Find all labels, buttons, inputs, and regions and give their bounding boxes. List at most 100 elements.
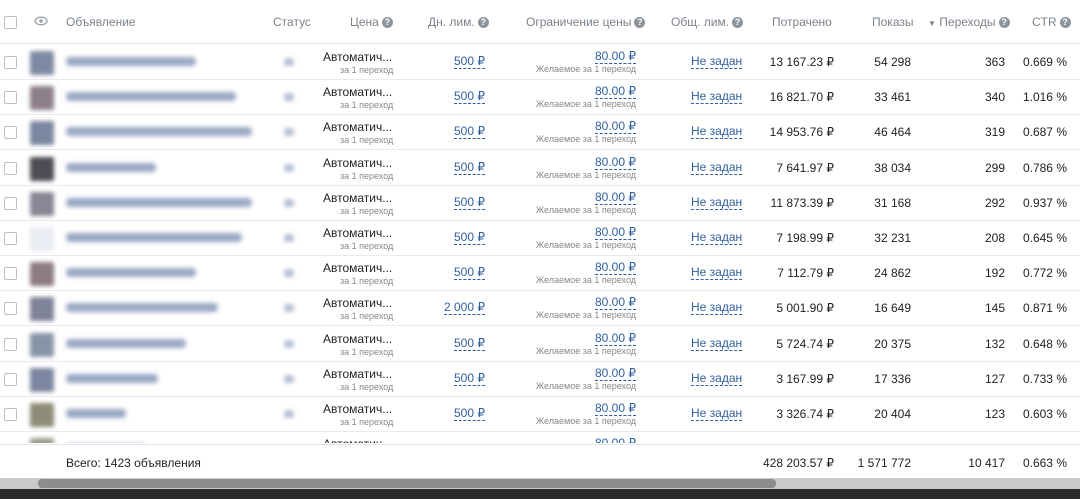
total-limit-link[interactable]: Не задан <box>691 265 743 281</box>
ad-title-blurred[interactable] <box>66 409 126 418</box>
ad-title-blurred[interactable] <box>66 197 252 207</box>
row-checkbox[interactable] <box>4 161 17 175</box>
daily-limit-link[interactable]: 500 ₽ <box>454 89 485 105</box>
col-price[interactable]: Цена? <box>350 0 393 44</box>
table-row[interactable]: Автоматич... за 1 переход 500 ₽ 80.00 ₽ Жела… <box>0 80 1080 116</box>
row-checkbox[interactable] <box>4 302 17 316</box>
total-limit-link[interactable]: Не задан <box>691 124 743 140</box>
total-limit-link[interactable]: Не задан <box>691 406 743 421</box>
price-limit-link[interactable]: 80.00 ₽ <box>595 365 636 381</box>
help-icon[interactable]: ? <box>732 17 744 28</box>
row-checkbox[interactable] <box>4 408 17 421</box>
daily-limit-link[interactable]: 2 000 ₽ <box>444 300 485 316</box>
table-row[interactable]: Автоматич... 80.00 ₽ <box>0 432 1080 443</box>
row-checkbox[interactable] <box>4 232 17 245</box>
price-limit-link[interactable]: 80.00 ₽ <box>595 49 636 64</box>
daily-limit-link[interactable]: 500 ₽ <box>454 265 485 281</box>
price-limit-link[interactable]: 80.00 ₽ <box>595 295 636 311</box>
price-limit-link[interactable]: 80.00 ₽ <box>595 189 636 205</box>
table-row[interactable]: Автоматич... за 1 переход 500 ₽ 80.00 ₽ Жела… <box>0 151 1080 186</box>
ad-thumbnail[interactable] <box>30 156 54 181</box>
table-row[interactable]: Автоматич... за 1 переход 500 ₽ 80.00 ₽ Жела… <box>0 327 1080 362</box>
ad-thumbnail[interactable] <box>30 86 54 111</box>
scrollbar-thumb[interactable] <box>38 479 776 488</box>
daily-limit-link[interactable]: 500 ₽ <box>454 370 485 386</box>
col-spent[interactable]: Потрачено <box>772 0 832 44</box>
daily-limit-link[interactable]: 500 ₽ <box>454 194 485 210</box>
daily-limit-link[interactable]: 500 ₽ <box>454 159 485 175</box>
price-limit-link[interactable]: 80.00 ₽ <box>595 225 636 240</box>
ad-title-blurred[interactable] <box>66 162 156 172</box>
daily-limit-link[interactable]: 500 ₽ <box>454 406 485 421</box>
col-impressions[interactable]: Показы <box>872 0 913 44</box>
price-limit-link[interactable]: 80.00 ₽ <box>595 119 636 135</box>
ad-thumbnail[interactable] <box>30 403 54 427</box>
ad-title-blurred[interactable] <box>66 233 242 242</box>
help-icon[interactable]: ? <box>998 17 1010 28</box>
col-ctr[interactable]: CTR? <box>1032 0 1071 44</box>
ad-thumbnail[interactable] <box>30 438 54 443</box>
ad-title-blurred[interactable] <box>66 268 196 278</box>
ad-title-blurred[interactable] <box>66 127 252 137</box>
total-limit-link[interactable]: Не задан <box>691 54 743 69</box>
col-status[interactable]: Статус <box>273 0 311 44</box>
table-row[interactable]: Автоматич... за 1 переход 500 ₽ 80.00 ₽ Жела… <box>0 362 1080 397</box>
price-limit-link[interactable]: 80.00 ₽ <box>595 260 636 276</box>
table-row[interactable]: Автоматич... за 1 переход 500 ₽ 80.00 ₽ Жела… <box>0 45 1080 80</box>
ad-title-blurred[interactable] <box>66 57 196 66</box>
total-limit-link[interactable]: Не задан <box>691 194 743 210</box>
row-checkbox[interactable] <box>4 372 17 386</box>
col-total-limit[interactable]: Общ. лим.? <box>671 0 744 44</box>
ad-thumbnail[interactable] <box>30 262 54 287</box>
price-limit-link[interactable]: 80.00 ₽ <box>595 436 636 443</box>
help-icon[interactable]: ? <box>634 17 646 28</box>
ad-thumbnail[interactable] <box>30 191 54 216</box>
row-checkbox[interactable] <box>4 56 17 69</box>
table-row[interactable]: Автоматич... за 1 переход 2 000 ₽ 80.00 ₽ Же… <box>0 291 1080 327</box>
table-row[interactable]: Автоматич... за 1 переход 500 ₽ 80.00 ₽ Жела… <box>0 256 1080 292</box>
price-limit-link[interactable]: 80.00 ₽ <box>595 401 636 416</box>
ad-title-blurred[interactable] <box>66 92 236 102</box>
total-limit-link[interactable]: Не задан <box>691 335 743 351</box>
total-limit-link[interactable]: Не задан <box>691 370 743 386</box>
row-checkbox[interactable] <box>4 267 17 281</box>
price-limit-link[interactable]: 80.00 ₽ <box>595 84 636 100</box>
row-checkbox[interactable] <box>4 196 17 210</box>
table-row[interactable]: Автоматич... за 1 переход 500 ₽ 80.00 ₽ Жела… <box>0 186 1080 221</box>
total-limit-link[interactable]: Не задан <box>691 230 743 245</box>
total-limit-link[interactable]: Не задан <box>691 89 743 105</box>
select-all-checkbox[interactable] <box>4 16 17 29</box>
table-row[interactable]: Автоматич... за 1 переход 500 ₽ 80.00 ₽ Жела… <box>0 221 1080 256</box>
ad-thumbnail[interactable] <box>30 121 54 146</box>
total-limit-link[interactable]: Не задан <box>691 300 743 316</box>
help-icon[interactable]: ? <box>381 17 393 28</box>
row-checkbox[interactable] <box>4 91 17 105</box>
col-price-limit[interactable]: Ограничение цены? <box>526 0 646 44</box>
daily-limit-link[interactable]: 500 ₽ <box>454 230 485 245</box>
ad-thumbnail[interactable] <box>30 297 54 322</box>
ad-title-blurred[interactable] <box>66 338 186 348</box>
row-checkbox[interactable] <box>4 337 17 351</box>
ad-thumbnail[interactable] <box>30 332 54 357</box>
ad-thumbnail[interactable] <box>30 367 54 392</box>
daily-limit-link[interactable]: 500 ₽ <box>454 335 485 351</box>
table-row[interactable]: Автоматич... за 1 переход 500 ₽ 80.00 ₽ Жела… <box>0 397 1080 432</box>
help-icon[interactable]: ? <box>1059 17 1071 28</box>
price-limit-link[interactable]: 80.00 ₽ <box>595 154 636 170</box>
col-ad[interactable]: Объявление <box>66 0 136 44</box>
col-clicks[interactable]: ▼ Переходы? <box>928 0 1010 44</box>
ad-title-blurred[interactable] <box>66 373 158 383</box>
ad-title-blurred[interactable] <box>66 303 218 313</box>
daily-limit-link[interactable]: 500 ₽ <box>454 124 485 140</box>
help-icon[interactable]: ? <box>477 17 489 28</box>
price-limit-link[interactable]: 80.00 ₽ <box>595 330 636 346</box>
ad-thumbnail[interactable] <box>30 51 54 75</box>
row-checkbox[interactable] <box>4 126 17 140</box>
eye-icon[interactable] <box>34 0 48 44</box>
total-limit-link[interactable]: Не задан <box>691 159 743 175</box>
ad-thumbnail[interactable] <box>30 227 54 251</box>
daily-limit-link[interactable]: 500 ₽ <box>454 54 485 69</box>
table-row[interactable]: Автоматич... за 1 переход 500 ₽ 80.00 ₽ Жела… <box>0 115 1080 151</box>
col-daily-limit[interactable]: Дн. лим.? <box>428 0 489 44</box>
horizontal-scrollbar[interactable] <box>0 478 1080 489</box>
